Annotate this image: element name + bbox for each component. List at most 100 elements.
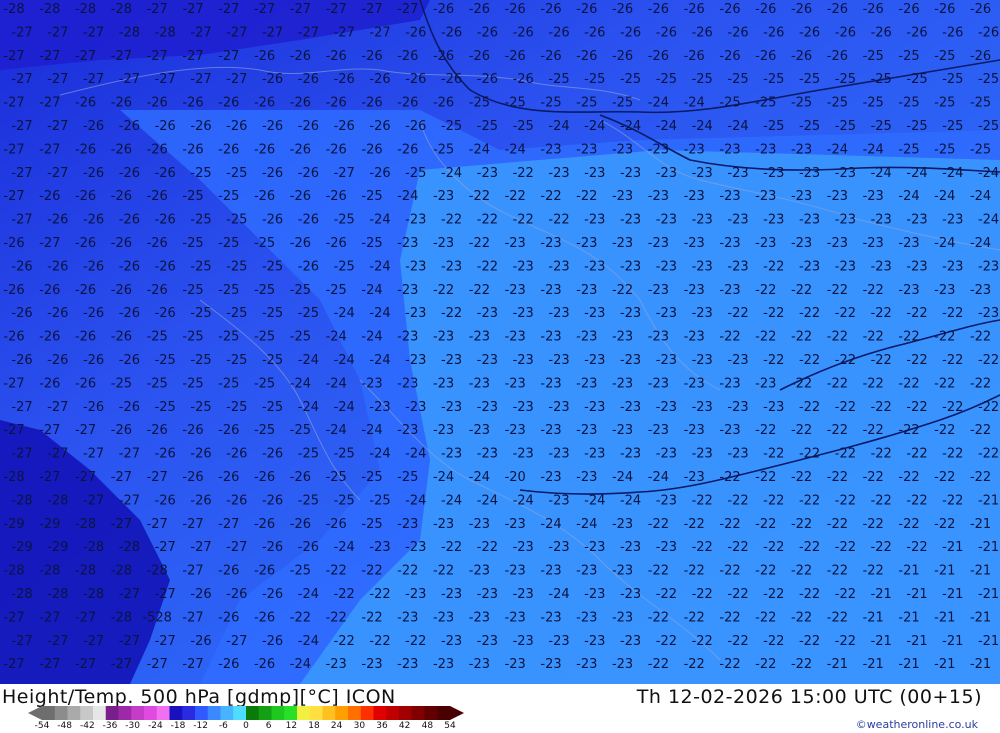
temperature-label: -26 [155, 119, 176, 134]
temperature-label: -24 [433, 470, 454, 485]
temperature-label: -24 [978, 166, 999, 181]
temperature-label: -25 [226, 353, 247, 368]
temperature-label: -23 [540, 283, 561, 298]
temperature-label: -25 [978, 119, 999, 134]
temperature-label: -24 [548, 587, 569, 602]
temperature-label: -27 [47, 119, 68, 134]
temperature-label: -26 [75, 283, 96, 298]
temperature-label: -26 [505, 2, 526, 17]
credit-link[interactable]: ©weatheronline.co.uk [856, 718, 978, 731]
temperature-label: -25 [835, 72, 856, 87]
temperature-label: -27 [111, 470, 132, 485]
temperature-label: -24 [326, 423, 347, 438]
temperature-label: -24 [441, 493, 462, 508]
temperature-label: -25 [218, 376, 239, 391]
temperature-label: -22 [835, 353, 856, 368]
temperature-label: -23 [648, 189, 669, 204]
temperature-label: -22 [791, 376, 812, 391]
temperature-label: -22 [469, 283, 490, 298]
temperature-label: -22 [799, 540, 820, 555]
temperature-label: -23 [441, 634, 462, 649]
temperature-label: -23 [505, 564, 526, 579]
temperature-label: -23 [584, 306, 605, 321]
temperature-label: -28 [39, 2, 60, 17]
temperature-label: -25 [584, 72, 605, 87]
temperature-label: -23 [692, 213, 713, 228]
temperature-label: -22 [871, 447, 892, 462]
temperature-label: -26 [119, 166, 140, 181]
temperature-label: -23 [505, 423, 526, 438]
temperature-label: -26 [218, 423, 239, 438]
scale-swatch [437, 706, 451, 720]
temperature-label: -27 [47, 400, 68, 415]
temperature-label: -22 [827, 330, 848, 345]
temperature-label: -27 [11, 447, 32, 462]
temperature-label: -21 [898, 610, 919, 625]
temperature-label: -26 [155, 306, 176, 321]
temperature-label: -23 [469, 376, 490, 391]
temperature-label: -26 [39, 330, 60, 345]
temperature-label: -26 [719, 2, 740, 17]
temperature-label: -23 [612, 236, 633, 251]
temperature-label: -23 [978, 259, 999, 274]
temperature-label: -23 [620, 540, 641, 555]
temperature-label: -21 [863, 657, 884, 672]
temperature-label: -26 [326, 96, 347, 111]
scale-swatch [118, 706, 132, 720]
temperature-label: -23 [656, 540, 677, 555]
temperature-label: -26 [620, 25, 641, 40]
temperature-label: -22 [978, 400, 999, 415]
temperature-label: -26 [111, 283, 132, 298]
temperature-label: -22 [871, 353, 892, 368]
temperature-label: -27 [11, 119, 32, 134]
temperature-label: -22 [441, 306, 462, 321]
temperature-label: -27 [47, 25, 68, 40]
temperature-label: -24 [727, 119, 748, 134]
temperature-label: -22 [477, 259, 498, 274]
temperature-label: -22 [361, 610, 382, 625]
temperature-label: -24 [898, 189, 919, 204]
temperature-label: -25 [262, 400, 283, 415]
temperature-label: -26 [612, 49, 633, 64]
temperature-label: -23 [727, 447, 748, 462]
temperature-label: -26 [3, 236, 24, 251]
temperature-label: -27 [182, 517, 203, 532]
temperature-label: -23 [433, 189, 454, 204]
temperature-label: -22 [719, 564, 740, 579]
temperature-label: -25 [548, 72, 569, 87]
scale-swatch [322, 706, 336, 720]
temperature-label: -23 [656, 447, 677, 462]
temperature-label: -27 [47, 72, 68, 87]
temperature-label: -21 [942, 634, 963, 649]
temperature-label: -23 [763, 400, 784, 415]
temperature-label: -22 [970, 470, 991, 485]
temperature-label: -23 [692, 166, 713, 181]
temperature-label: -22 [906, 447, 927, 462]
temperature-label: -26 [147, 236, 168, 251]
temperature-label: -26 [433, 2, 454, 17]
temperature-label: -22 [898, 330, 919, 345]
temperature-label: -26 [226, 587, 247, 602]
temperature-label: -22 [433, 283, 454, 298]
temperature-label: -26 [898, 2, 919, 17]
temperature-label: -23 [540, 657, 561, 672]
temperature-label: -25 [182, 236, 203, 251]
temperature-label: -23 [835, 213, 856, 228]
scale-swatch [246, 706, 260, 720]
scale-swatch [156, 706, 170, 720]
temperature-label: -26 [119, 353, 140, 368]
temperature-label: -26 [648, 2, 669, 17]
scale-tick-label: 54 [444, 721, 456, 731]
temperature-label: -23 [513, 540, 534, 555]
temperature-label: -26 [218, 142, 239, 157]
temperature-label: -24 [584, 493, 605, 508]
temperature-label: -23 [397, 517, 418, 532]
temperature-label: -26 [155, 259, 176, 274]
temperature-label: -27 [11, 400, 32, 415]
temperature-label: -26 [548, 25, 569, 40]
temperature-label: -24 [298, 400, 319, 415]
temperature-label: -27 [47, 634, 68, 649]
temperature-label: -25 [763, 119, 784, 134]
temperature-label: -26 [111, 423, 132, 438]
temperature-label: -24 [334, 540, 355, 555]
